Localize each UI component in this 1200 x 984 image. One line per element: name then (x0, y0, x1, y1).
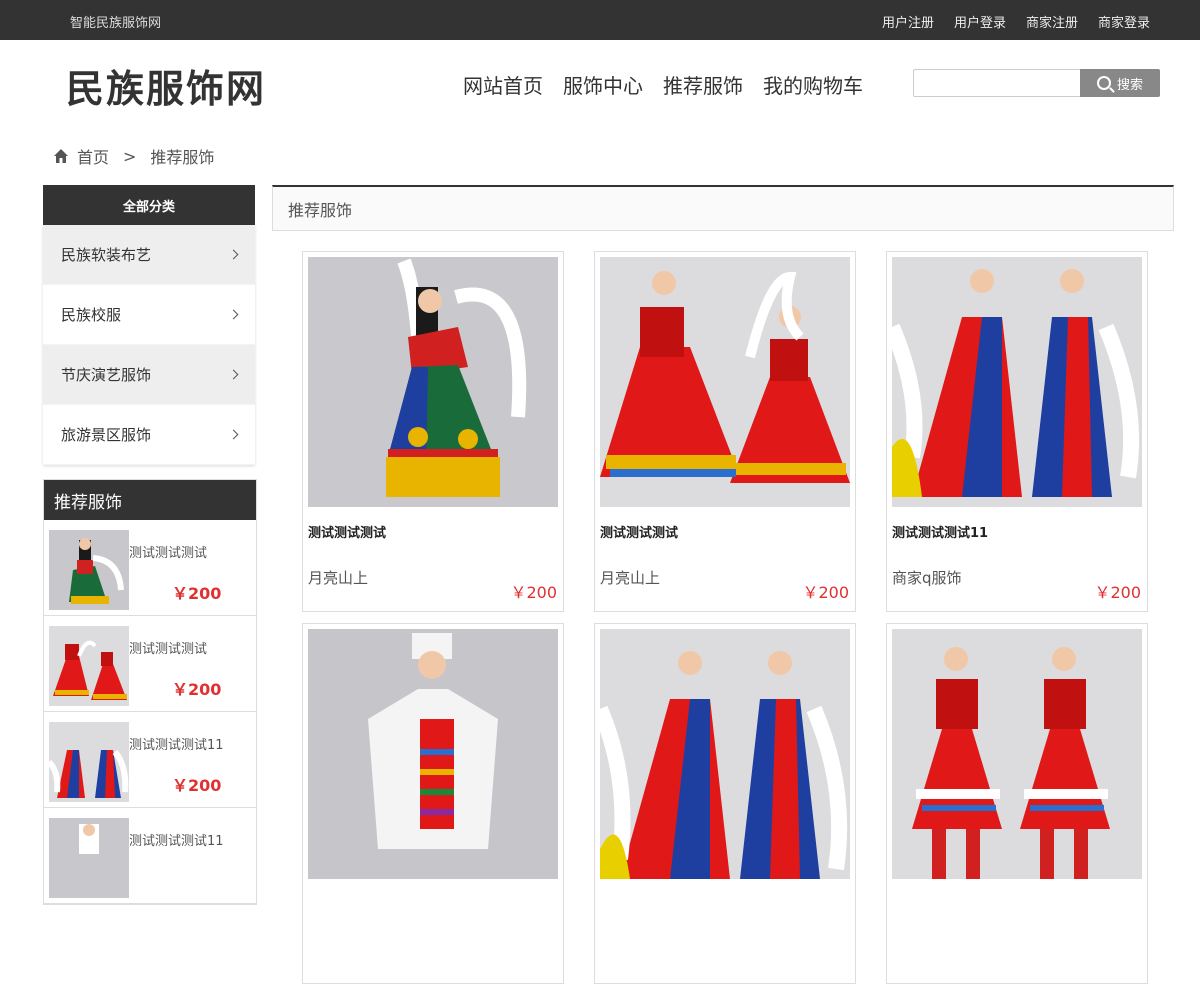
product-image (884, 257, 1142, 507)
product-image (308, 629, 558, 879)
product-price: ￥200 (510, 583, 557, 602)
breadcrumb-current: 推荐服饰 (150, 148, 215, 167)
category-list: 民族软装布艺 民族校服 节庆演艺服饰 旅游景区服饰 (43, 225, 255, 465)
top-bar: 智能民族服饰网 用户注册 用户登录 商家注册 商家登录 (0, 0, 1200, 40)
product-shop: 商家q服饰 (892, 569, 962, 587)
breadcrumb: 首页 > 推荐服饰 (53, 144, 214, 168)
chevron-right-icon (228, 369, 239, 380)
breadcrumb-home[interactable]: 首页 (77, 144, 109, 168)
category-label: 节庆演艺服饰 (61, 366, 152, 384)
search-box: 搜索 (913, 69, 1160, 97)
chevron-right-icon (228, 309, 239, 320)
home-icon (53, 148, 69, 164)
product-image (592, 629, 850, 879)
category-item[interactable]: 民族软装布艺 (43, 225, 255, 285)
product-shop: 月亮山上 (308, 569, 369, 587)
product-card[interactable]: 测试测试测试11 商家q服饰 ￥200 (884, 251, 1148, 612)
top-links: 用户注册 用户登录 商家注册 商家登录 (882, 12, 1150, 31)
nav-recommended[interactable]: 推荐服饰 (663, 70, 743, 99)
recommend-name: 测试测试测试11 (129, 834, 224, 849)
product-card[interactable] (302, 623, 564, 984)
product-image (892, 629, 1142, 879)
recommend-item[interactable]: 测试测试测试11 ￥200 (44, 712, 256, 808)
category-title: 全部分类 (43, 185, 255, 225)
logo[interactable]: 民族服饰网 (66, 58, 266, 113)
category-label: 旅游景区服饰 (61, 426, 152, 444)
recommend-name: 测试测试测试11 (129, 738, 224, 753)
product-title: 测试测试测试 (308, 526, 387, 541)
product-image (600, 257, 850, 507)
recommend-title: 推荐服饰 (44, 480, 256, 520)
nav-cart[interactable]: 我的购物车 (763, 70, 863, 99)
product-card[interactable]: 测试测试测试 月亮山上 ￥200 (302, 251, 564, 612)
chevron-right-icon (228, 249, 239, 260)
search-input[interactable] (913, 69, 1080, 97)
recommend-price: ￥200 (172, 584, 222, 603)
product-title: 测试测试测试11 (892, 526, 989, 541)
product-price: ￥200 (802, 583, 849, 602)
product-shop: 月亮山上 (600, 569, 661, 587)
user-register-link[interactable]: 用户注册 (882, 12, 934, 31)
header: 民族服饰网 网站首页 服饰中心 推荐服饰 我的购物车 搜索 (0, 40, 1200, 130)
category-item[interactable]: 节庆演艺服饰 (43, 345, 255, 405)
recommend-name: 测试测试测试 (129, 642, 208, 657)
product-card[interactable] (886, 623, 1148, 984)
user-login-link[interactable]: 用户登录 (954, 12, 1006, 31)
category-sidebar: 全部分类 民族软装布艺 民族校服 节庆演艺服饰 旅游景区服饰 (43, 185, 255, 465)
search-button-label: 搜索 (1116, 77, 1143, 93)
recommend-item[interactable]: 测试测试测试11 (44, 808, 256, 904)
recommend-item[interactable]: 测试测试测试 ￥200 (44, 520, 256, 616)
site-name: 智能民族服饰网 (70, 16, 162, 31)
chevron-right-icon (228, 429, 239, 440)
breadcrumb-separator: > (123, 146, 137, 166)
product-thumbnail (49, 626, 129, 706)
category-label: 民族校服 (61, 306, 122, 324)
product-card[interactable]: 测试测试测试 月亮山上 ￥200 (594, 251, 856, 612)
product-thumbnail (49, 530, 129, 610)
main-nav: 网站首页 服饰中心 推荐服饰 我的购物车 (463, 70, 863, 99)
merchant-register-link[interactable]: 商家注册 (1026, 12, 1078, 31)
search-icon (1096, 76, 1111, 90)
merchant-login-link[interactable]: 商家登录 (1098, 12, 1150, 31)
category-item[interactable]: 民族校服 (43, 285, 255, 345)
recommend-price: ￥200 (172, 776, 222, 795)
recommend-item[interactable]: 测试测试测试 ￥200 (44, 616, 256, 712)
product-price: ￥200 (1094, 583, 1141, 602)
search-button[interactable]: 搜索 (1080, 69, 1160, 97)
product-title: 测试测试测试 (600, 526, 679, 541)
nav-home[interactable]: 网站首页 (463, 70, 543, 99)
category-label: 民族软装布艺 (61, 246, 152, 264)
recommend-sidebar: 推荐服饰 测试测试测试 ￥200 测试测试测试 ￥200 测试测试测试11 ￥2… (43, 479, 257, 905)
product-image (308, 257, 558, 507)
section-title: 推荐服饰 (272, 185, 1174, 231)
product-thumbnail (49, 818, 129, 898)
product-thumbnail (46, 722, 129, 802)
nav-costume-center[interactable]: 服饰中心 (563, 70, 643, 99)
category-item[interactable]: 旅游景区服饰 (43, 405, 255, 465)
recommend-name: 测试测试测试 (129, 546, 208, 561)
product-card[interactable] (592, 623, 856, 984)
recommend-price: ￥200 (172, 680, 222, 699)
